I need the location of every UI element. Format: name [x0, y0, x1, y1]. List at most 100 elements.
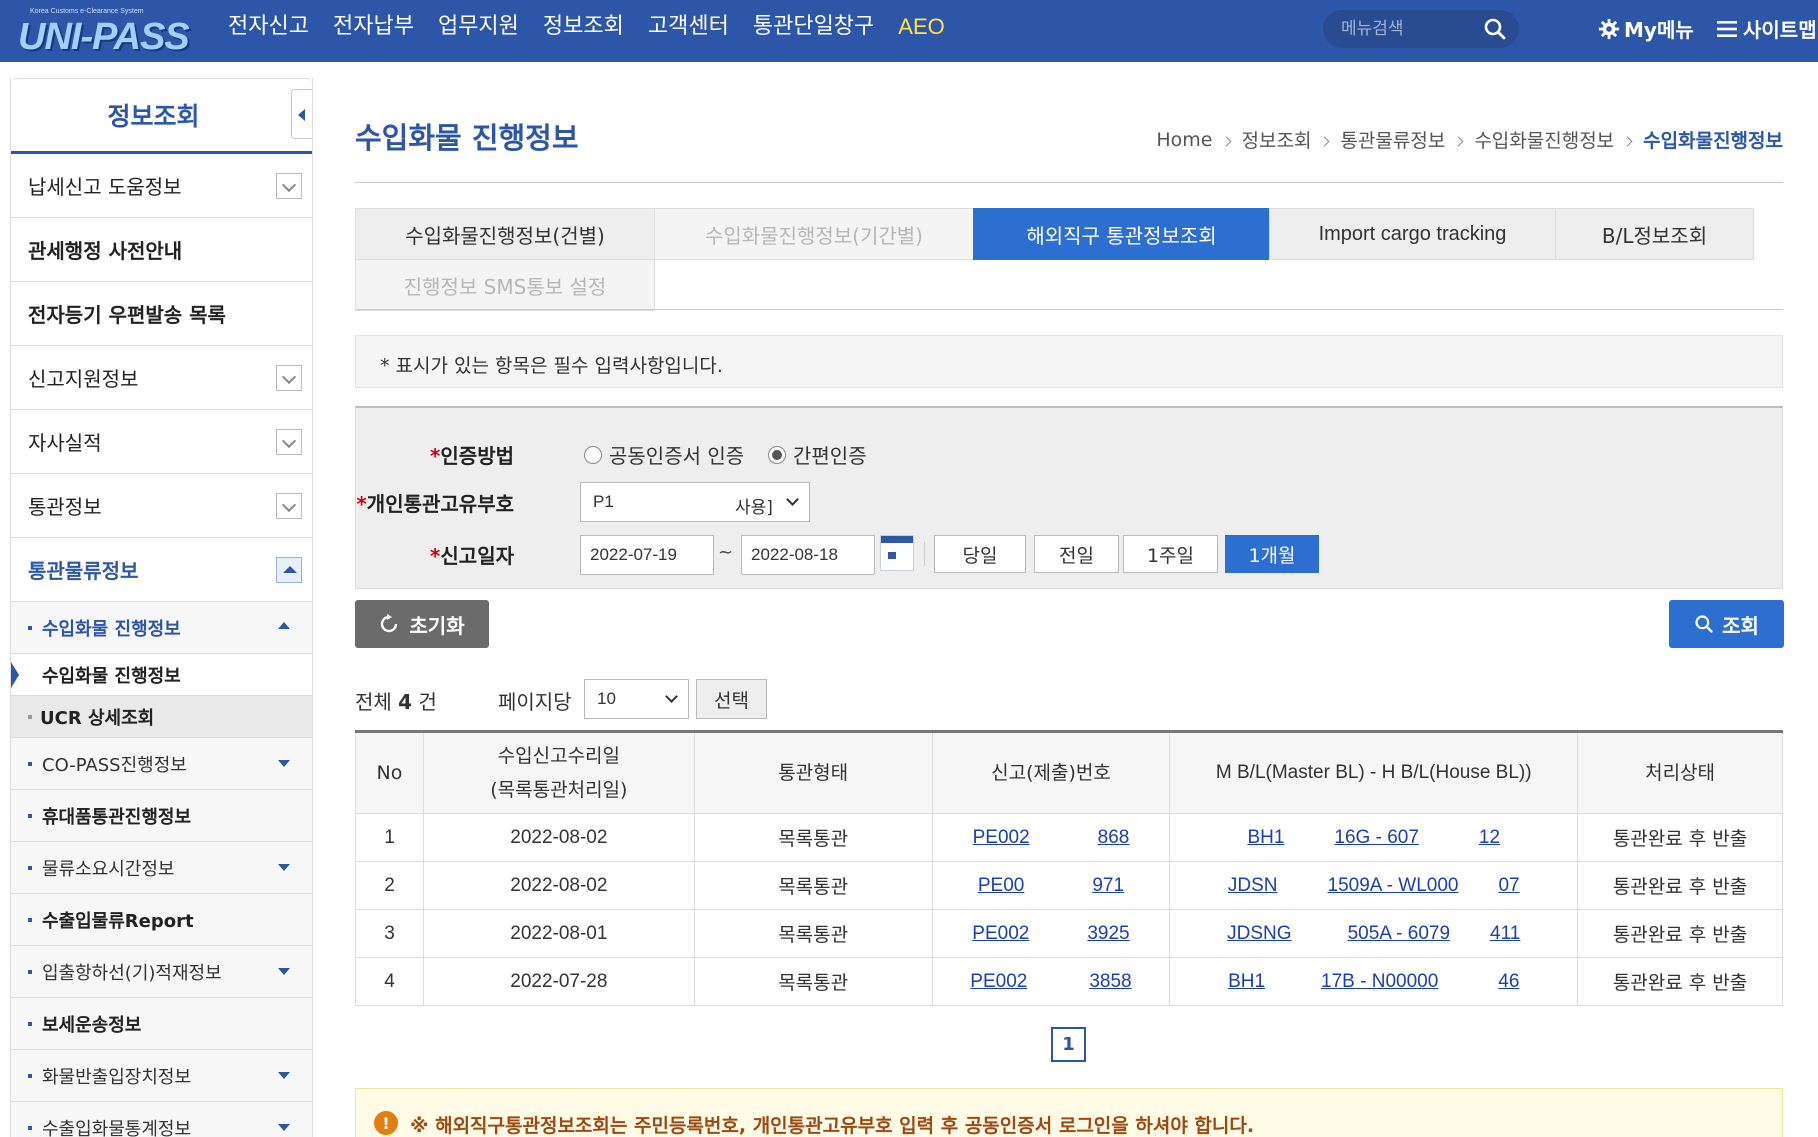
nav-item-e-declaration[interactable]: 전자신고	[216, 12, 321, 42]
pccc-select[interactable]: P1 사용]	[580, 482, 810, 522]
caret-down-icon[interactable]	[278, 864, 290, 871]
tab-import-cargo-tracking[interactable]: Import cargo tracking	[1269, 208, 1556, 260]
nav-item-info-inquiry[interactable]: 정보조회	[531, 12, 636, 42]
tab-import-by-period[interactable]: 수입화물진행정보(기간별)	[654, 208, 974, 260]
mymenu-button[interactable]: My메뉴	[1598, 14, 1694, 43]
radio-simple-auth-label: 간편인증	[793, 444, 867, 468]
nav-item-single-window[interactable]: 통관단일창구	[741, 12, 886, 42]
sidebar-sub-copass[interactable]: CO-PASS진행정보	[11, 738, 312, 790]
sidebar-sub-port-loading[interactable]: 입출항하선(기)적재정보	[11, 946, 312, 998]
declaration-link[interactable]: PE002 3858	[970, 971, 1131, 992]
bullet-icon	[28, 969, 32, 974]
sidebar-sub-baggage[interactable]: 휴대품통관진행정보	[11, 790, 312, 842]
reset-button[interactable]: 초기화	[355, 600, 489, 648]
period-week-button[interactable]: 1주일	[1123, 535, 1218, 573]
sidebar-collapse-button[interactable]	[291, 89, 312, 139]
breadcrumb: Home 정보조회 통관물류정보 수입화물진행정보 수입화물진행정보	[1156, 126, 1783, 153]
tab-bl-info[interactable]: B/L정보조회	[1555, 208, 1754, 260]
sidebar-sub2-label: 수입화물 진행정보	[42, 665, 181, 687]
warning-banner: ! ※ 해외직구통관정보조회는 주민등록번호, 개인통관고유부호 입력 후 공동…	[355, 1088, 1783, 1137]
cell-status: 통관완료 후 반출	[1577, 957, 1783, 1006]
chevron-right-icon	[1319, 136, 1330, 147]
cell-type: 목록통관	[693, 813, 933, 862]
tab-sms-settings[interactable]: 진행정보 SMS통보 설정	[355, 259, 655, 311]
calendar-icon[interactable]	[880, 535, 914, 571]
breadcrumb-clearance-logistics[interactable]: 통관물류정보	[1340, 126, 1445, 153]
chevron-up-icon[interactable]	[276, 557, 302, 583]
divider	[924, 542, 925, 566]
sidebar-sub-label: 수출입화물통계정보	[42, 1118, 192, 1137]
sidebar-sub2-ucr[interactable]: UCR 상세조회	[11, 696, 312, 738]
sidebar-item-clearance-info[interactable]: 통관정보	[11, 474, 312, 538]
unipass-logo[interactable]: Korea Customs e-Clearance System UNI-PAS…	[18, 6, 190, 58]
sidebar-sub-logistics-time[interactable]: 물류소요시간정보	[11, 842, 312, 894]
sidebar-sub-logistics-report[interactable]: 수출입물류Report	[11, 894, 312, 946]
bl-link[interactable]: JDSN 1509A - WL000 07	[1228, 875, 1520, 896]
period-today-button[interactable]: 당일	[934, 535, 1026, 573]
sidebar-title: 정보조회	[107, 102, 200, 131]
search-button[interactable]: 조회	[1669, 600, 1784, 648]
declaration-link[interactable]: PE002 868	[973, 827, 1130, 848]
total-suffix: 건	[418, 690, 437, 714]
period-month-button[interactable]: 1개월	[1225, 535, 1319, 573]
breadcrumb-info-inquiry[interactable]: 정보조회	[1242, 126, 1312, 153]
nav-item-aeo[interactable]: AEO	[886, 12, 956, 42]
col-declaration-no: 신고(제출)번호	[931, 731, 1171, 814]
breadcrumb-import-cargo[interactable]: 수입화물진행정보	[1474, 126, 1614, 153]
nav-item-customer-center[interactable]: 고객센터	[636, 12, 741, 42]
radio-certificate[interactable]: 공동인증서 인증	[584, 440, 744, 469]
tab-import-by-case[interactable]: 수입화물진행정보(건별)	[355, 208, 655, 260]
caret-down-icon[interactable]	[278, 1072, 290, 1079]
table-row: 1 2022-08-02 목록통관 PE002 868 BH1 16G - 607 1…	[355, 813, 1783, 862]
bl-link[interactable]: JDSNG 505A - 6079 411	[1227, 923, 1520, 944]
sidebar-sub-cargo-stats[interactable]: 수출입화물통계정보	[11, 1102, 312, 1137]
radio-simple-auth[interactable]: 간편인증	[768, 440, 867, 469]
search-icon[interactable]	[1483, 17, 1507, 41]
nav-item-business-support[interactable]: 업무지원	[426, 12, 531, 42]
bl-link[interactable]: BH1 16G - 607 12	[1247, 827, 1500, 848]
per-page-select[interactable]: 10	[584, 679, 689, 719]
page-title: 수입화물 진행정보	[355, 121, 579, 155]
caret-down-icon[interactable]	[278, 968, 290, 975]
sidebar-sub2-import-cargo[interactable]: 수입화물 진행정보	[11, 654, 312, 696]
sidebar-sub-cargo-storage[interactable]: 화물반출입장치정보	[11, 1050, 312, 1102]
breadcrumb-current: 수입화물진행정보	[1643, 130, 1783, 152]
tab-overseas-direct-purchase[interactable]: 해외직구 통관정보조회	[973, 208, 1270, 260]
caret-down-icon[interactable]	[278, 1124, 290, 1131]
bl-link[interactable]: BH1 17B - N00000 46	[1228, 971, 1519, 992]
breadcrumb-home[interactable]: Home	[1156, 129, 1212, 151]
pagination-page-1[interactable]: 1	[1051, 1027, 1086, 1062]
period-yesterday-button[interactable]: 전일	[1034, 535, 1119, 573]
radio-circle[interactable]	[584, 445, 602, 464]
chevron-down-icon[interactable]	[276, 365, 302, 391]
menu-search-input[interactable]	[1341, 16, 1471, 42]
caret-down-icon[interactable]	[278, 760, 290, 767]
chevron-down-icon[interactable]	[276, 493, 302, 519]
sidebar-item-declaration-support[interactable]: 신고지원정보	[11, 346, 312, 410]
declaration-link[interactable]: PE002 3925	[972, 923, 1129, 944]
date-from-input[interactable]: 2022-07-19	[580, 535, 714, 575]
sidebar-item-label: 관세행정 사전안내	[28, 239, 183, 263]
nav-item-e-payment[interactable]: 전자납부	[321, 12, 426, 42]
main-nav: 전자신고 전자납부 업무지원 정보조회 고객센터 통관단일창구 AEO	[216, 12, 957, 42]
table-row: 2 2022-08-02 목록통관 PE00 971 JDSN 1509A - WL…	[355, 861, 1783, 910]
date-to-input[interactable]: 2022-08-18	[741, 535, 875, 575]
chevron-down-icon[interactable]	[276, 173, 302, 199]
bullet-icon	[28, 917, 32, 922]
sidebar-sub2-label: UCR 상세조회	[40, 707, 155, 729]
sidebar-item-tax-help[interactable]: 납세신고 도움정보	[11, 154, 312, 218]
sidebar-item-pre-guide[interactable]: 관세행정 사전안내	[11, 218, 312, 282]
declaration-link[interactable]: PE00 971	[978, 875, 1124, 896]
caret-up-icon[interactable]	[278, 622, 290, 629]
radio-circle-checked[interactable]	[768, 445, 786, 464]
cell-no: 3	[355, 909, 424, 958]
sidebar-item-clearance-logistics[interactable]: 통관물류정보	[11, 538, 312, 602]
chevron-down-icon	[665, 690, 678, 703]
sidebar-item-registered-mail[interactable]: 전자등기 우편발송 목록	[11, 282, 312, 346]
sidebar-item-company-performance[interactable]: 자사실적	[11, 410, 312, 474]
sitemap-button[interactable]: 사이트맵	[1717, 14, 1817, 43]
sidebar-sub-import-cargo[interactable]: 수입화물 진행정보	[11, 602, 312, 654]
sidebar-sub-bonded-transport[interactable]: 보세운송정보	[11, 998, 312, 1050]
select-button[interactable]: 선택	[696, 679, 767, 719]
chevron-down-icon[interactable]	[276, 429, 302, 455]
